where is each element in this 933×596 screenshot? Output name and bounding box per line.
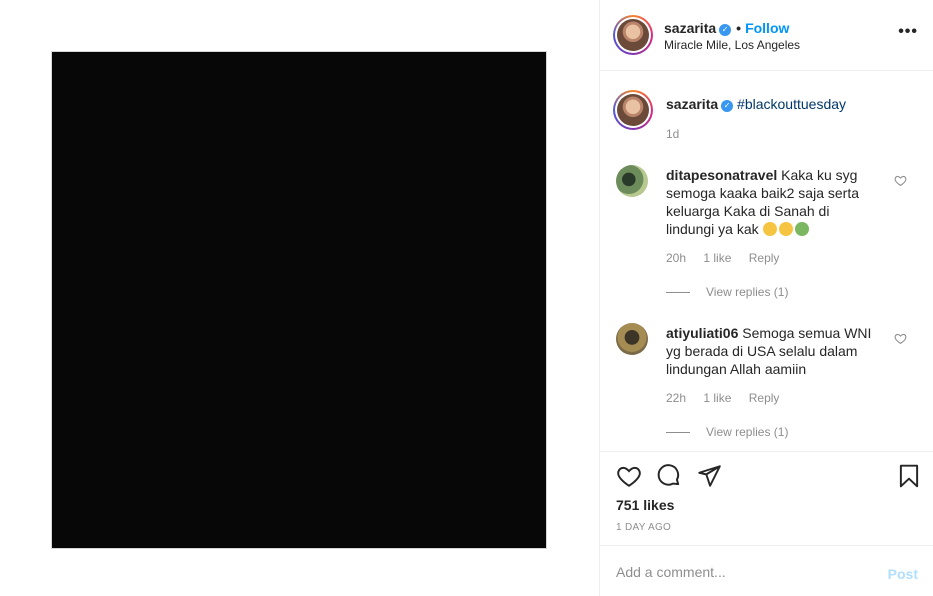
caption-timestamp[interactable]: 1d: [666, 127, 679, 141]
comment-icon[interactable]: [656, 463, 682, 489]
view-replies-button[interactable]: View replies (1): [666, 285, 788, 299]
author-avatar[interactable]: [613, 15, 653, 55]
kiss-emoji-icon: [762, 222, 777, 236]
view-replies-button[interactable]: View replies (1): [666, 425, 788, 439]
add-comment-bar: Post: [600, 545, 933, 596]
comment-body: ditapesonatravel Kaka ku syg semoga kaak…: [666, 166, 881, 238]
commenter-username[interactable]: ditapesonatravel: [666, 167, 777, 183]
like-comment-heart-icon[interactable]: [894, 174, 907, 187]
replies-divider: [666, 432, 690, 434]
reply-button[interactable]: Reply: [749, 251, 780, 265]
comment-time[interactable]: 22h: [666, 391, 686, 405]
location-link[interactable]: Miracle Mile, Los Angeles: [664, 38, 800, 52]
comment-time[interactable]: 20h: [666, 251, 686, 265]
media-pane: [0, 0, 600, 596]
header-top-line: sazarita ✓ • Follow: [664, 20, 789, 36]
crying-emoji-icon: [794, 222, 809, 236]
commenter-username[interactable]: atiyuliati06: [666, 325, 738, 341]
comment-meta: 20h 1 like Reply: [666, 251, 793, 265]
post-image[interactable]: [51, 51, 547, 549]
separator-dot: •: [736, 20, 742, 36]
comment-meta: 22h 1 like Reply: [666, 391, 793, 405]
author-avatar-frame: [615, 17, 651, 53]
commenter-avatar[interactable]: [616, 165, 648, 197]
caption-avatar[interactable]: [613, 90, 653, 130]
comment-likes[interactable]: 1 like: [703, 251, 731, 265]
view-replies-label: View replies (1): [706, 425, 789, 439]
comment-input[interactable]: [616, 562, 866, 582]
more-options-icon[interactable]: •••: [898, 23, 918, 41]
post-sidebar: sazarita ✓ • Follow Miracle Mile, Los Angel…: [599, 0, 933, 596]
paper-plane-icon[interactable]: [696, 463, 722, 489]
comment-body: atiyuliati06 Semoga semua WNI yg berada …: [666, 324, 881, 378]
post-actions: 751 likes 1 DAY AGO: [600, 451, 933, 545]
caption-text: sazarita ✓ #blackouttuesday: [666, 96, 846, 112]
likes-count[interactable]: 751 likes: [616, 497, 674, 513]
verified-badge-icon: ✓: [719, 24, 732, 36]
caption-username[interactable]: sazarita: [666, 96, 718, 112]
commenter-avatar[interactable]: [616, 323, 648, 355]
view-replies-label: View replies (1): [706, 285, 789, 299]
kiss-emoji-icon: [778, 222, 793, 236]
verified-badge-icon: ✓: [721, 100, 734, 112]
caption-avatar-image: [617, 94, 649, 126]
heart-icon[interactable]: [616, 463, 642, 489]
comment-likes[interactable]: 1 like: [703, 391, 731, 405]
post-comment-button[interactable]: Post: [888, 566, 918, 582]
bookmark-icon[interactable]: [896, 463, 922, 489]
reply-button[interactable]: Reply: [749, 391, 780, 405]
author-username[interactable]: sazarita: [664, 20, 716, 36]
post-timestamp[interactable]: 1 DAY AGO: [616, 522, 671, 533]
hashtag-link[interactable]: #blackouttuesday: [737, 96, 846, 112]
post-header: sazarita ✓ • Follow Miracle Mile, Los Angel…: [600, 0, 933, 71]
author-avatar-image: [617, 19, 649, 51]
like-comment-heart-icon[interactable]: [894, 332, 907, 345]
caption-avatar-frame: [615, 92, 651, 128]
follow-button[interactable]: Follow: [745, 20, 789, 36]
replies-divider: [666, 292, 690, 294]
